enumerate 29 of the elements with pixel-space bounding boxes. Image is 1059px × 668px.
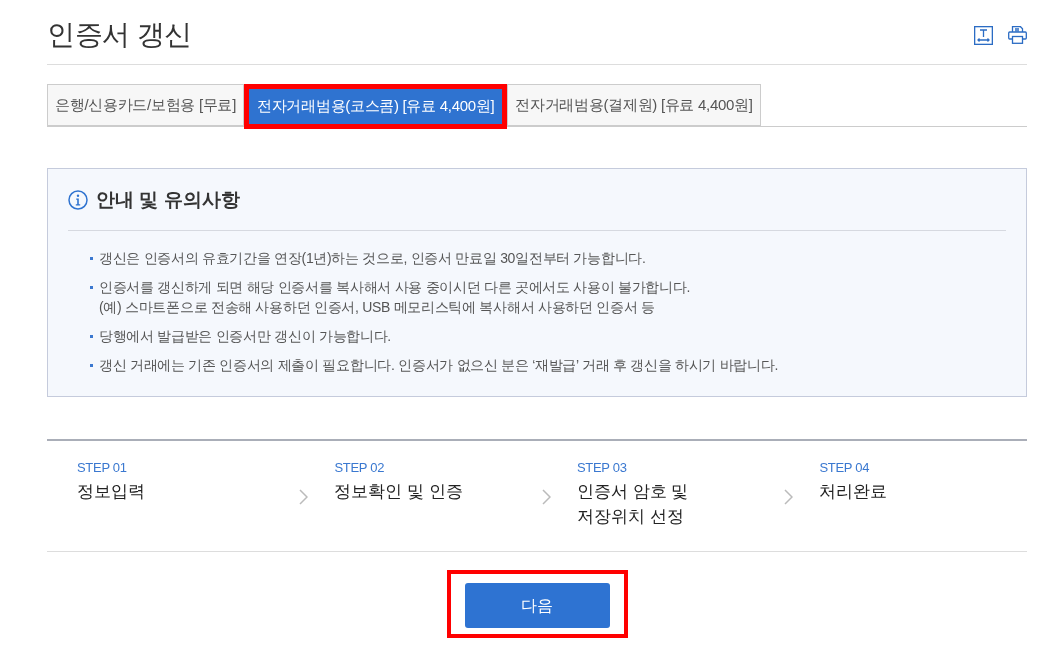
- page-title: 인증서 갱신: [47, 18, 192, 52]
- tab[interactable]: 전자거래범용(결제원) [유료 4,400원]: [507, 84, 761, 126]
- notice-title: 안내 및 유의사항: [96, 188, 240, 212]
- step-label: STEP 04: [819, 461, 871, 475]
- step-title: 정보확인 및 인증: [334, 481, 464, 503]
- chevron-icon: [299, 489, 309, 505]
- step-title: 인증서 암호 및 저장위치 선정: [576, 481, 690, 528]
- bullet-icon: [90, 364, 93, 367]
- text-size-icon[interactable]: [974, 25, 993, 45]
- notice-text: 인증서를 갱신하게 되면 해당 인증서를 복사해서 사용 중이시던 다른 곳에서도 사용이 불가합니다.: [99, 278, 691, 297]
- bullet-icon: [90, 286, 93, 289]
- notice-text: 갱신은 인증서의 유효기간을 연장(1년)하는 것으로, 인증서 만료일 30일전부터 가능합니다.: [99, 249, 646, 268]
- print-icon[interactable]: [1008, 26, 1027, 44]
- step-label: STEP 01: [77, 461, 128, 475]
- step-title: 정보입력: [77, 481, 146, 503]
- tab[interactable]: 전자거래범용(코스콤) [유료 4,400원]: [249, 89, 503, 124]
- bullet-icon: [90, 257, 93, 260]
- step-title: 처리완료: [819, 481, 889, 503]
- chevron-icon: [541, 489, 551, 505]
- notice-text: (예) 스마트폰으로 전송해 사용하던 인증서, USB 메모리스틱에 복사해서 사용하던 인증서 등: [99, 298, 656, 317]
- tab[interactable]: 은행/신용카드/보험용 [무료]: [47, 84, 245, 126]
- chevron-icon: [784, 489, 794, 505]
- next-button[interactable]: 다음: [464, 583, 610, 628]
- bullet-icon: [90, 335, 93, 338]
- step-label: STEP 03: [576, 461, 628, 475]
- step-label: STEP 02: [334, 461, 386, 475]
- info-icon: [68, 190, 88, 210]
- notice-text: 당행에서 발급받은 인증서만 갱신이 가능합니다.: [99, 327, 391, 346]
- notice-text: 갱신 거래에는 기존 인증서의 제출이 필요합니다. 인증서가 없으신 분은 ‘재발급’ 거래 후 갱신을 하시기 바랍니다.: [99, 356, 779, 375]
